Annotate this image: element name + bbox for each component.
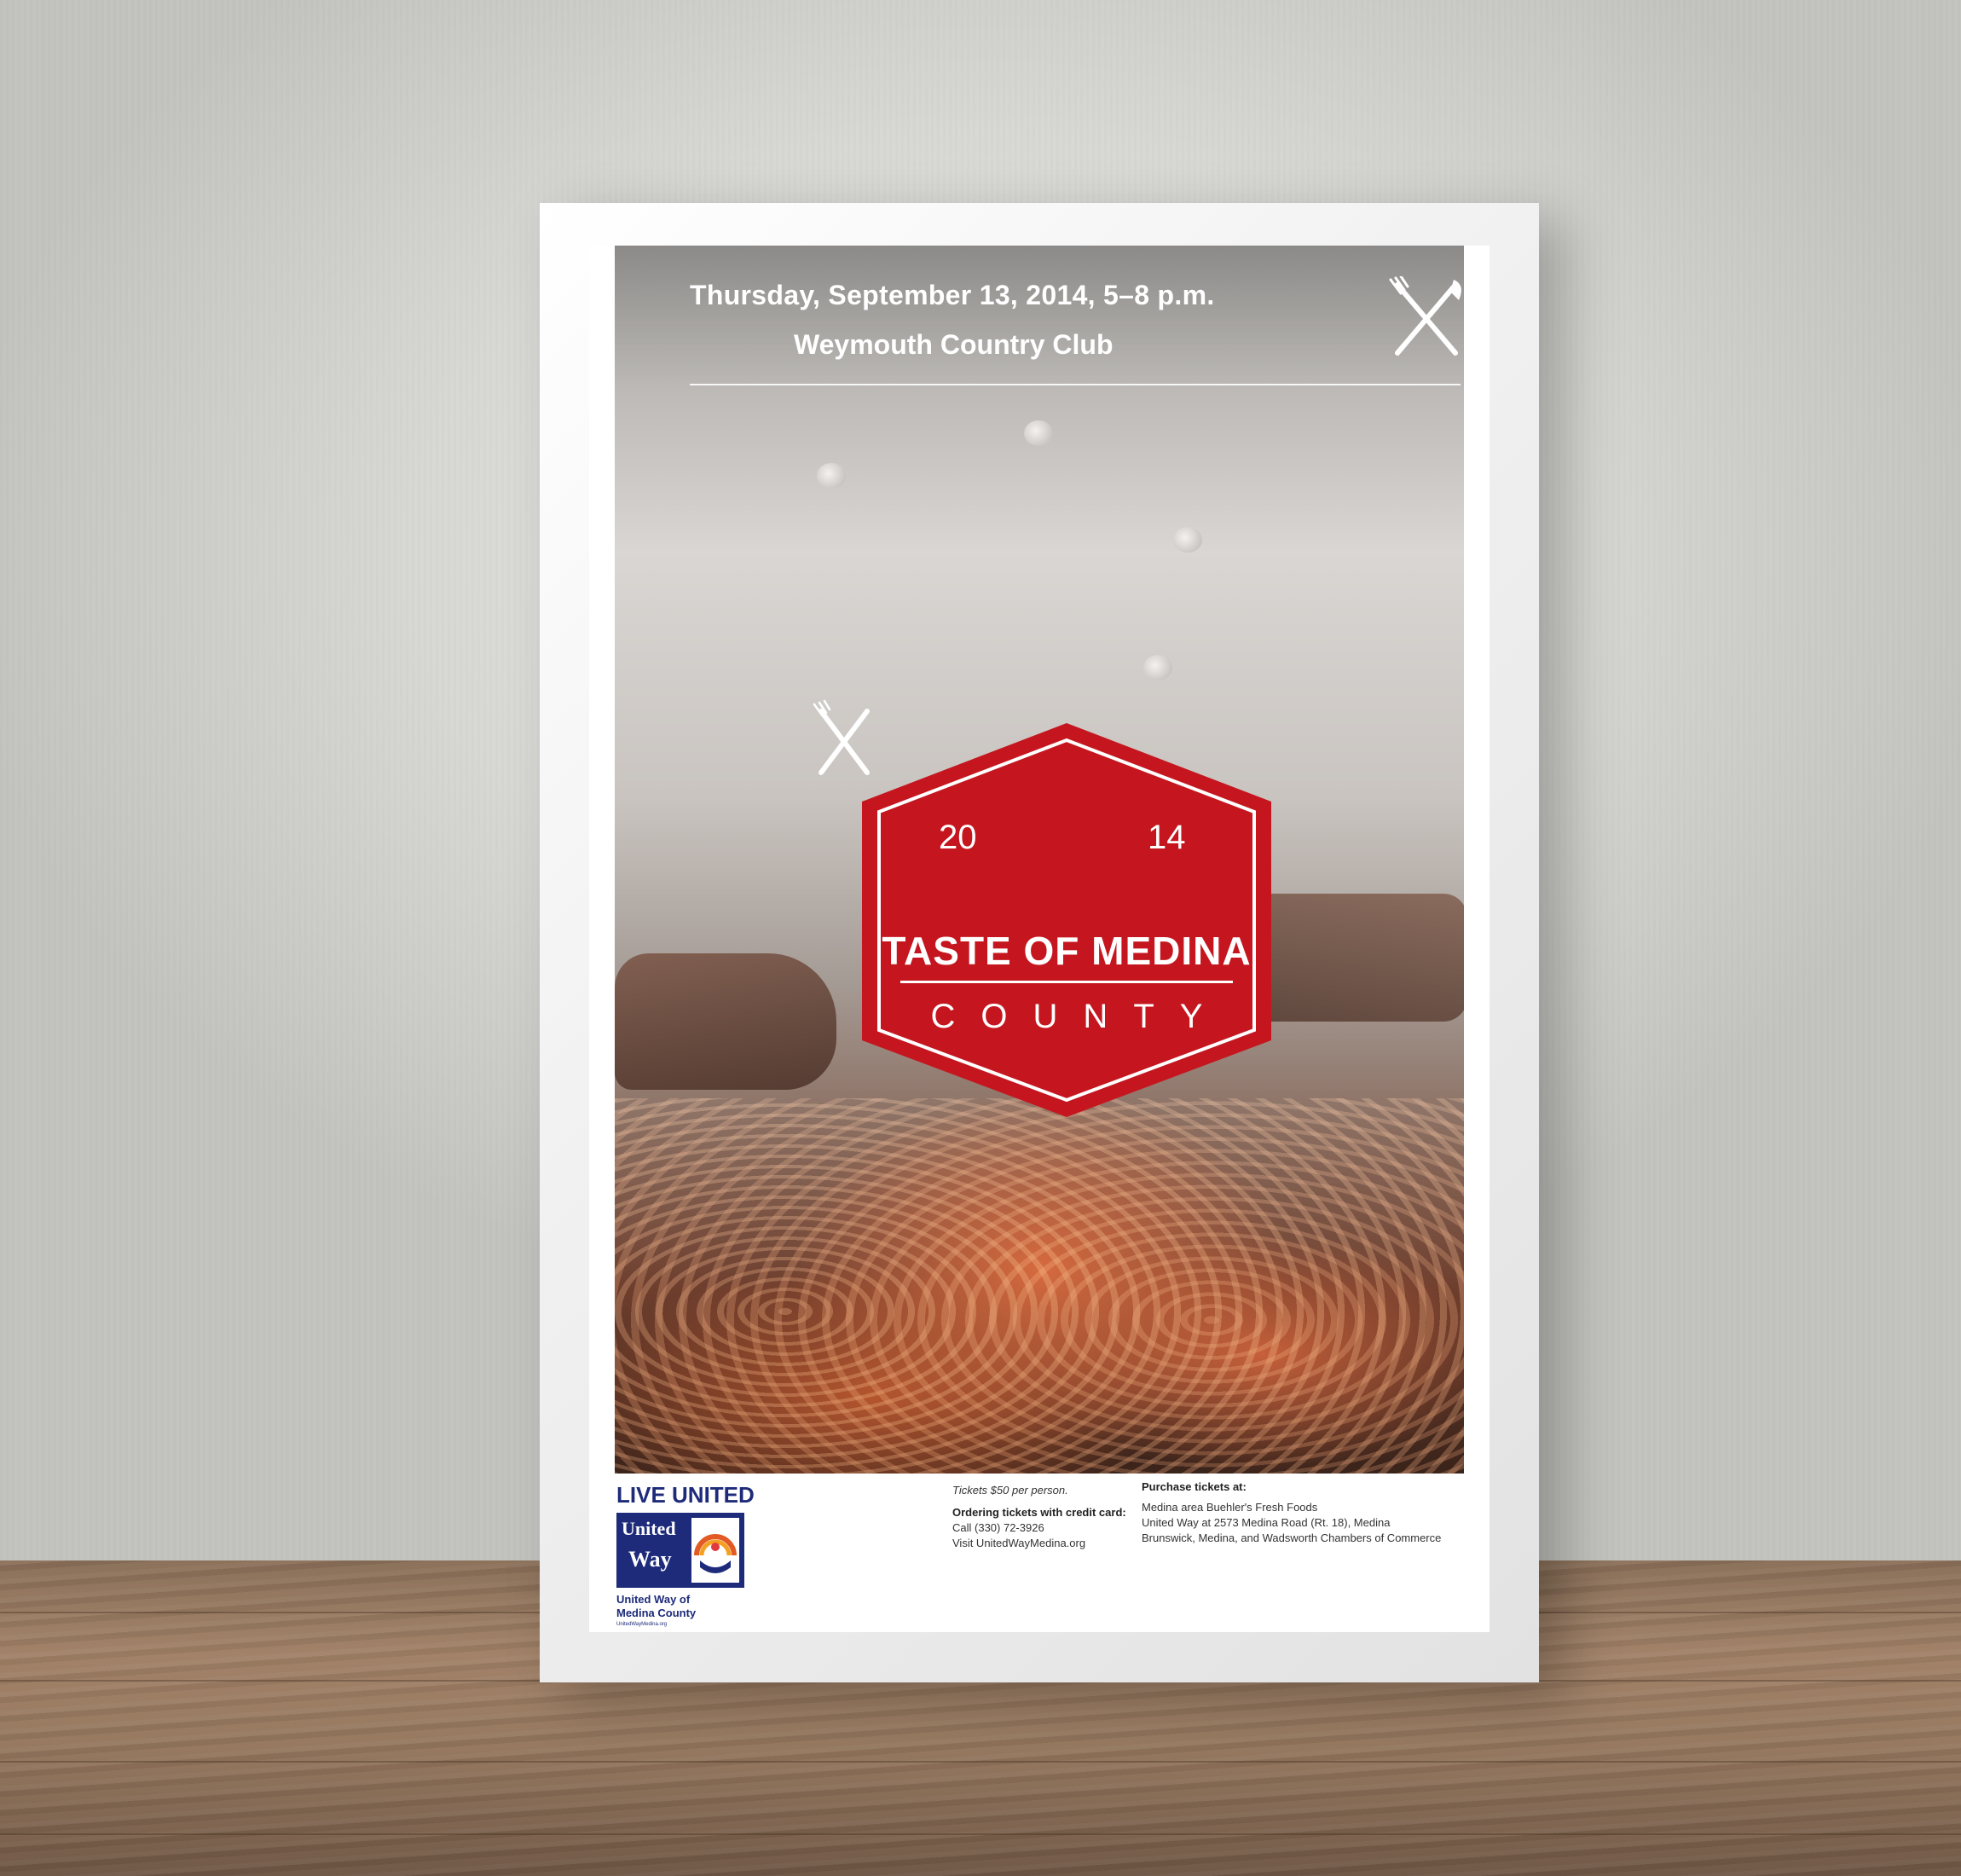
ordering-heading: Ordering tickets with credit card: (952, 1506, 1126, 1519)
event-date: Thursday, September 13, 2014, 5–8 p.m. (690, 280, 1215, 310)
chef-arm-left (615, 953, 836, 1090)
united-way-logo: United Way (616, 1513, 744, 1588)
ordering-website: Visit UnitedWayMedina.org (952, 1537, 1086, 1549)
fork-knife-icon (1389, 276, 1461, 356)
org-url: UnitedWayMedina.org (616, 1622, 668, 1627)
event-venue: Weymouth Country Club (794, 329, 1114, 360)
badge-subtitle: COUNTY (930, 998, 1229, 1035)
badge-divider (900, 981, 1233, 983)
badge-year-right: 14 (1148, 819, 1186, 856)
united-way-hand-rainbow-icon (691, 1518, 739, 1583)
poster-footer: LIVE UNITED United Way United Way of Med… (615, 1474, 1464, 1632)
org-name-line: United Way of (616, 1593, 691, 1606)
flames (615, 1098, 1464, 1474)
purchase-location: United Way at 2573 Medina Road (Rt. 18),… (1142, 1516, 1391, 1529)
badge-year-left: 20 (939, 819, 977, 856)
purchase-location: Medina area Buehler's Fresh Foods (1142, 1501, 1318, 1514)
purchase-heading: Purchase tickets at: (1142, 1480, 1247, 1493)
purchase-location: Brunswick, Medina, and Wadsworth Chamber… (1142, 1531, 1442, 1544)
header-divider (690, 384, 1461, 385)
live-united-tagline: LIVE UNITED (616, 1482, 755, 1508)
united-way-logo-word: Way (628, 1547, 672, 1572)
poster: Thursday, September 13, 2014, 5–8 p.m. W… (589, 246, 1490, 1632)
fork-knife-icon (813, 699, 870, 775)
org-name-line: Medina County (616, 1607, 697, 1619)
chef-coat-button (1143, 655, 1172, 680)
chef-coat-button (1024, 420, 1053, 446)
floor-plank-seam (0, 1761, 1961, 1763)
badge-title: TASTE OF MEDINA (882, 929, 1252, 973)
taste-of-medina-badge: 20 14 TASTE OF MEDINA COUNTY (811, 699, 1322, 1143)
united-way-logo-word: United (622, 1518, 676, 1539)
chef-coat-button (817, 463, 846, 489)
poster-frame: Thursday, September 13, 2014, 5–8 p.m. W… (540, 203, 1539, 1682)
ticket-price: Tickets $50 per person. (952, 1484, 1068, 1497)
chef-flambe-photo: Thursday, September 13, 2014, 5–8 p.m. W… (615, 246, 1464, 1474)
floor-plank-seam (0, 1833, 1961, 1835)
ordering-phone: Call (330) 72-3926 (952, 1521, 1044, 1534)
badge-hexagon (862, 723, 1271, 1117)
chef-coat-button (1173, 527, 1202, 553)
